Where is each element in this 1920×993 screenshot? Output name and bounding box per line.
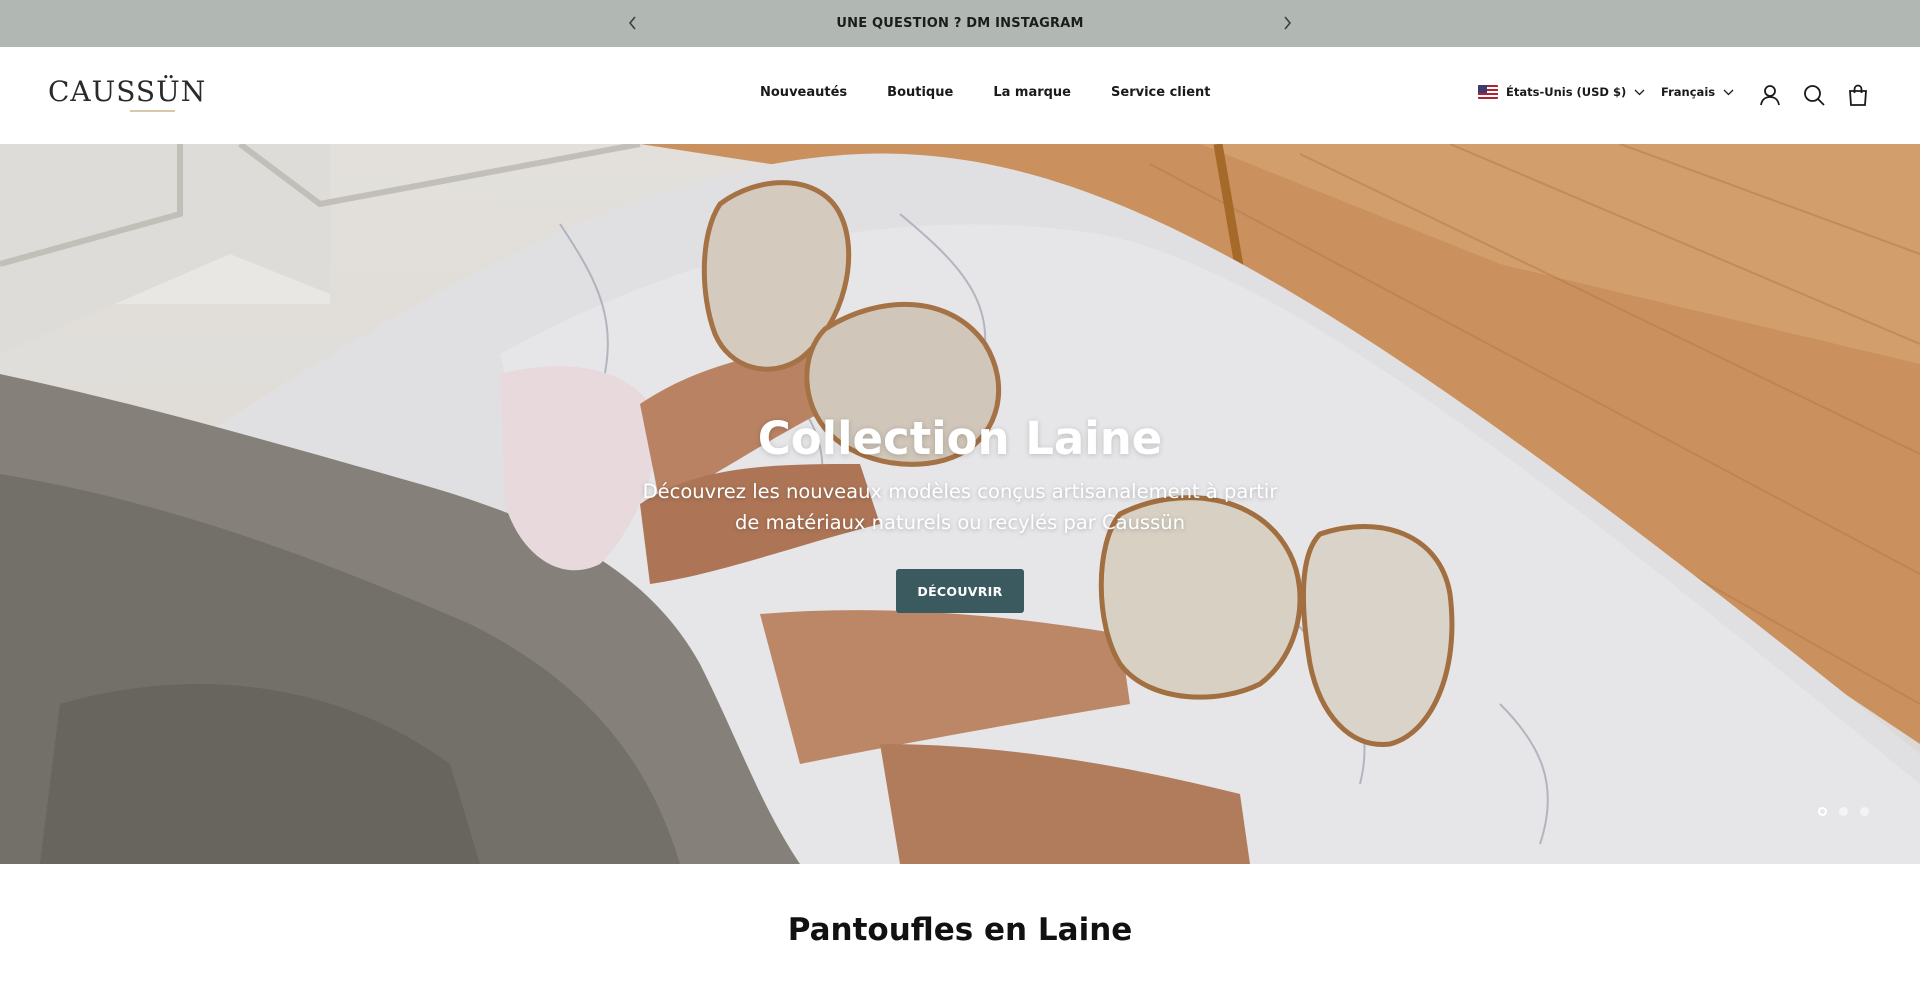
nav-item-service-client[interactable]: Service client bbox=[1111, 85, 1210, 100]
account-button[interactable] bbox=[1758, 83, 1782, 107]
chevron-right-icon bbox=[1284, 16, 1291, 30]
slide-dot-2[interactable] bbox=[1839, 807, 1848, 816]
announcement-text[interactable]: UNE QUESTION ? DM INSTAGRAM bbox=[836, 16, 1083, 31]
hero-subtitle: Découvrez les nouveaux modèles conçus ar… bbox=[642, 480, 1278, 534]
account-icon bbox=[1760, 85, 1780, 106]
nav-item-boutique[interactable]: Boutique bbox=[887, 85, 953, 100]
announcement-prev-button[interactable] bbox=[621, 11, 645, 35]
cart-button[interactable] bbox=[1846, 83, 1870, 107]
search-icon bbox=[1804, 85, 1825, 106]
chevron-left-icon bbox=[629, 16, 636, 30]
header-actions bbox=[1758, 83, 1870, 107]
logo-text: CAUSSÜN bbox=[48, 75, 207, 108]
main-nav: Nouveautés Boutique La marque Service cl… bbox=[760, 85, 1211, 100]
nav-item-la-marque[interactable]: La marque bbox=[993, 85, 1071, 100]
nav-item-nouveautes[interactable]: Nouveautés bbox=[760, 85, 847, 100]
country-selector[interactable]: États-Unis (USD $) bbox=[1478, 85, 1645, 99]
slide-dot-3[interactable] bbox=[1860, 807, 1869, 816]
slide-pagination bbox=[1818, 807, 1869, 816]
cart-icon bbox=[1849, 84, 1867, 106]
chevron-down-icon bbox=[1634, 89, 1645, 95]
site-header: CAUSSÜN Nouveautés Boutique La marque Se… bbox=[0, 47, 1920, 144]
hero-title: Collection Laine bbox=[757, 412, 1163, 465]
us-flag-icon bbox=[1478, 85, 1498, 99]
announcement-bar: UNE QUESTION ? DM INSTAGRAM bbox=[0, 0, 1920, 47]
country-label: États-Unis (USD $) bbox=[1506, 85, 1627, 99]
logo-tagline-mark bbox=[130, 110, 175, 112]
search-button[interactable] bbox=[1802, 83, 1826, 107]
announcement-next-button[interactable] bbox=[1275, 11, 1299, 35]
brand-logo[interactable]: CAUSSÜN bbox=[48, 75, 207, 117]
language-selector[interactable]: Français bbox=[1661, 85, 1734, 99]
slide-dot-1[interactable] bbox=[1818, 807, 1827, 816]
hero-caption: Collection Laine Découvrez les nouveaux … bbox=[0, 144, 1920, 864]
chevron-down-icon bbox=[1723, 89, 1734, 95]
discover-button[interactable]: DÉCOUVRIR bbox=[896, 569, 1024, 613]
language-label: Français bbox=[1661, 85, 1716, 99]
hero-slideshow: Collection Laine Découvrez les nouveaux … bbox=[0, 144, 1920, 864]
section-title: Pantoufles en Laine bbox=[787, 912, 1133, 948]
